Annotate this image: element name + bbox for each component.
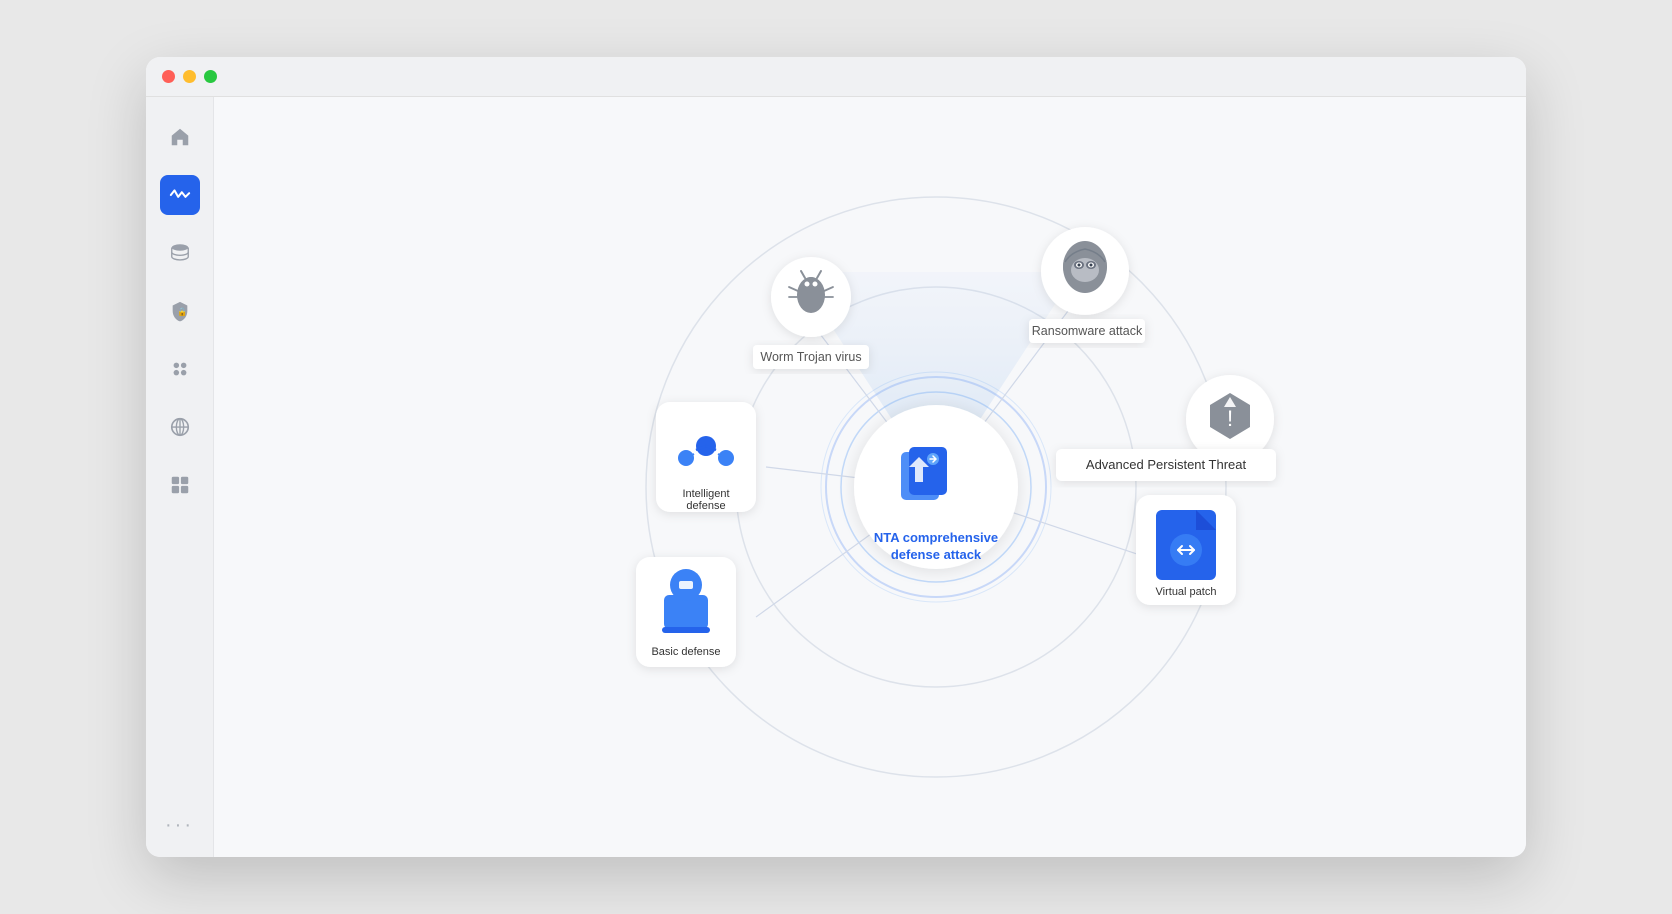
minimize-button[interactable] [183, 70, 196, 83]
worm-label: Worm Trojan virus [760, 350, 861, 364]
main-area: 🔒 [146, 97, 1526, 857]
main-content: NTA comprehensive defense attack [214, 97, 1526, 857]
intelligent-defense-node[interactable]: Intelligent defense [656, 402, 756, 512]
nta-label-line2: defense attack [890, 547, 981, 562]
sidebar-item-monitor[interactable] [160, 175, 200, 215]
sidebar-more[interactable]: ··· [165, 814, 194, 837]
nta-label-line1: NTA comprehensive [873, 530, 997, 545]
ransomware-label: Ransomware attack [1031, 324, 1142, 338]
svg-text:!: ! [1227, 406, 1233, 431]
sidebar-item-security[interactable]: 🔒 [160, 291, 200, 331]
titlebar [146, 57, 1526, 97]
svg-text:Intelligent: Intelligent [682, 488, 729, 500]
svg-text:Basic defense: Basic defense [651, 646, 720, 658]
maximize-button[interactable] [204, 70, 217, 83]
sidebar: 🔒 [146, 97, 214, 857]
nta-center-icon [901, 447, 947, 500]
sidebar-item-home[interactable] [160, 117, 200, 157]
sidebar-item-database[interactable] [160, 233, 200, 273]
basic-defense-node[interactable]: Basic defense [636, 557, 736, 667]
virtual-patch-node[interactable]: Virtual patch [1136, 495, 1236, 605]
svg-text:🔒: 🔒 [177, 308, 187, 317]
diagram-svg: NTA comprehensive defense attack [486, 127, 1386, 827]
apt-tooltip-text: Advanced Persistent Threat [1086, 457, 1247, 472]
traffic-lights [162, 70, 217, 83]
sidebar-item-network[interactable] [160, 407, 200, 447]
ransomware-node[interactable] [1041, 227, 1129, 315]
svg-text:Virtual patch: Virtual patch [1155, 586, 1216, 598]
sidebar-item-apps[interactable] [160, 349, 200, 389]
app-window: 🔒 [146, 57, 1526, 857]
worm-trojan-node[interactable] [771, 257, 851, 337]
close-button[interactable] [162, 70, 175, 83]
sidebar-item-grid[interactable] [160, 465, 200, 505]
svg-text:defense: defense [686, 500, 725, 512]
